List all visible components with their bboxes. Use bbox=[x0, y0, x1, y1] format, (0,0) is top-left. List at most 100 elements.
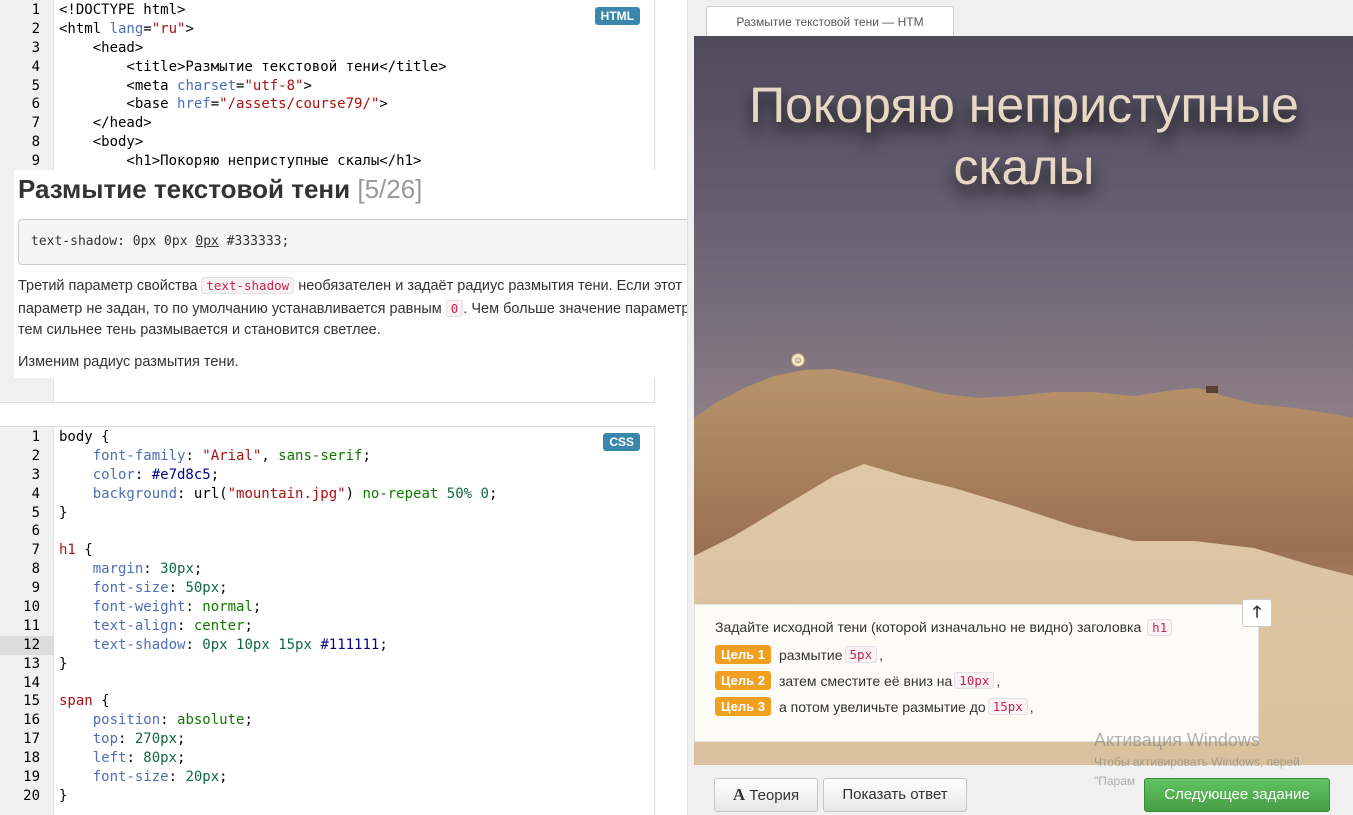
line-code[interactable]: font-weight: normal; bbox=[59, 598, 262, 617]
css-badge: CSS bbox=[603, 433, 640, 451]
line-code[interactable]: span { bbox=[59, 692, 110, 711]
preview-tab[interactable]: Размытие текстовой тени — HTM bbox=[706, 6, 954, 36]
goal-1-label: Цель 1 bbox=[715, 645, 771, 664]
theory-progress: [5/26] bbox=[357, 174, 423, 204]
next-task-button[interactable]: Следующее задание bbox=[1144, 778, 1330, 812]
collapse-task-button[interactable]: 🡑 bbox=[1242, 599, 1272, 627]
line-number: 18 bbox=[23, 750, 40, 767]
goal-1-text: размытие bbox=[778, 646, 843, 663]
code-example-end: #333333; bbox=[218, 234, 290, 249]
hut-shape bbox=[1206, 386, 1218, 393]
line-code[interactable]: text-shadow: 0px 10px 15px #111111; bbox=[59, 636, 388, 655]
line-number: 11 bbox=[23, 617, 40, 634]
css-line[interactable]: 16 position: absolute; bbox=[0, 711, 654, 730]
line-code[interactable]: </head> bbox=[59, 114, 152, 133]
theory-paragraph-2: Изменим радиус размытия тени. bbox=[18, 353, 239, 370]
line-number: 4 bbox=[31, 58, 40, 75]
line-code[interactable]: <body> bbox=[59, 133, 144, 152]
line-code[interactable]: <!DOCTYPE html> bbox=[59, 1, 185, 20]
css-line[interactable]: 1 body { bbox=[0, 428, 654, 447]
line-code[interactable]: h1 { bbox=[59, 541, 93, 560]
css-line[interactable]: 17 top: 270px; bbox=[0, 730, 654, 749]
goal-1-tail: , bbox=[879, 646, 883, 663]
html-line[interactable]: 5 <meta charset="utf-8"> bbox=[0, 77, 654, 96]
css-line[interactable]: 10 font-weight: normal; bbox=[0, 598, 654, 617]
line-code[interactable]: <meta charset="utf-8"> bbox=[59, 77, 312, 96]
css-line[interactable]: 3 color: #e7d8c5; bbox=[0, 466, 654, 485]
html-line[interactable]: 1 <!DOCTYPE html> bbox=[0, 1, 654, 20]
line-code[interactable]: } bbox=[59, 787, 67, 806]
css-line[interactable]: 18 left: 80px; bbox=[0, 749, 654, 768]
line-code[interactable]: text-align: center; bbox=[59, 617, 253, 636]
css-line[interactable]: 15 span { bbox=[0, 692, 654, 711]
line-code[interactable]: <h1>Покоряю неприступные скалы</h1> bbox=[59, 152, 421, 171]
line-number: 3 bbox=[31, 39, 40, 56]
line-number: 7 bbox=[31, 115, 40, 132]
line-number: 6 bbox=[31, 96, 40, 113]
html-line[interactable]: 9 <h1>Покоряю неприступные скалы</h1> bbox=[0, 152, 654, 171]
line-code[interactable]: <base href="/assets/course79/"> bbox=[59, 95, 387, 114]
line-code[interactable]: font-size: 50px; bbox=[59, 579, 228, 598]
theory-paragraph-1: Третий параметр свойства text-shadow нео… bbox=[18, 275, 710, 342]
line-number: 9 bbox=[31, 580, 40, 597]
css-line[interactable]: 19 font-size: 20px; bbox=[0, 768, 654, 787]
html-line[interactable]: 8 <body> bbox=[0, 133, 654, 152]
preview-panel: Размытие текстовой тени — HTM Покоряю не… bbox=[687, 0, 1353, 815]
css-line[interactable]: 11 text-align: center; bbox=[0, 617, 654, 636]
line-code[interactable]: position: absolute; bbox=[59, 711, 253, 730]
code-example-highlight: 0px bbox=[195, 234, 219, 249]
css-line[interactable]: 9 font-size: 50px; bbox=[0, 579, 654, 598]
html-line[interactable]: 6 <base href="/assets/course79/"> bbox=[0, 95, 654, 114]
line-code[interactable]: font-size: 20px; bbox=[59, 768, 228, 787]
goal-2-text: затем сместите её вниз на bbox=[778, 672, 953, 689]
line-code[interactable]: background: url("mountain.jpg") no-repea… bbox=[59, 485, 498, 504]
css-line[interactable]: 8 margin: 30px; bbox=[0, 560, 654, 579]
windows-watermark-line2: Чтобы активировать Windows, перей bbox=[1094, 755, 1300, 769]
css-line[interactable]: 6 bbox=[0, 522, 654, 541]
theory-title-text: Размытие текстовой тени bbox=[18, 174, 351, 204]
line-number: 7 bbox=[31, 542, 40, 559]
windows-watermark-line3: "Парам bbox=[1094, 774, 1136, 788]
line-code[interactable]: <title>Размытие текстовой тени</title> bbox=[59, 58, 446, 77]
task-intro-text: Задайте исходной тени (которой изначальн… bbox=[715, 619, 1146, 635]
html-line[interactable]: 2 <html lang="ru"> bbox=[0, 20, 654, 39]
html-line[interactable]: 4 <title>Размытие текстовой тени</title> bbox=[0, 58, 654, 77]
line-number: 9 bbox=[31, 153, 40, 170]
preview-heading: Покоряю неприступные скалы bbox=[749, 77, 1299, 195]
line-code[interactable]: color: #e7d8c5; bbox=[59, 466, 219, 485]
css-line[interactable]: 14 bbox=[0, 674, 654, 693]
css-editor[interactable]: 1 body {2 font-family: "Arial", sans-seri… bbox=[0, 426, 655, 815]
theory-button[interactable]: A Теория bbox=[714, 778, 818, 812]
css-code-lines[interactable]: 1 body {2 font-family: "Arial", sans-seri… bbox=[0, 428, 654, 806]
css-line[interactable]: 12 text-shadow: 0px 10px 15px #111111; bbox=[0, 635, 654, 655]
line-code[interactable]: <html lang="ru"> bbox=[59, 20, 194, 39]
line-number: 10 bbox=[23, 599, 40, 616]
line-code[interactable]: left: 80px; bbox=[59, 749, 186, 768]
line-code[interactable]: <head> bbox=[59, 39, 144, 58]
line-code[interactable]: } bbox=[59, 504, 67, 523]
css-line[interactable]: 7 h1 { bbox=[0, 541, 654, 560]
css-line[interactable]: 20} bbox=[0, 787, 654, 806]
line-code[interactable]: margin: 30px; bbox=[59, 560, 203, 579]
line-code[interactable]: body { bbox=[59, 428, 110, 447]
inline-code-zero: 0 bbox=[445, 299, 464, 317]
line-number: 3 bbox=[31, 466, 40, 483]
css-line[interactable]: 2 font-family: "Arial", sans-serif; bbox=[0, 447, 654, 466]
line-number: 8 bbox=[31, 561, 40, 578]
css-line[interactable]: 4 background: url("mountain.jpg") no-rep… bbox=[0, 485, 654, 504]
line-code[interactable]: top: 270px; bbox=[59, 730, 186, 749]
line-number: 1 bbox=[31, 429, 40, 445]
goal-3-label: Цель 3 bbox=[715, 697, 771, 716]
line-code[interactable]: font-family: "Arial", sans-serif; bbox=[59, 447, 371, 466]
css-line[interactable]: 5} bbox=[0, 504, 654, 523]
html-line[interactable]: 7 </head> bbox=[0, 114, 654, 133]
line-number: 13 bbox=[23, 655, 40, 672]
html-code-lines[interactable]: 1 <!DOCTYPE html> 2 <html lang="ru"> 3 <head… bbox=[0, 1, 654, 171]
show-answer-button[interactable]: Показать ответ bbox=[823, 778, 967, 812]
line-code[interactable]: } bbox=[59, 655, 67, 674]
line-number: 20 bbox=[23, 787, 40, 804]
goal-2-label: Цель 2 bbox=[715, 671, 771, 690]
html-line[interactable]: 3 <head> bbox=[0, 39, 654, 58]
css-line[interactable]: 13} bbox=[0, 655, 654, 674]
line-number: 19 bbox=[23, 769, 40, 786]
